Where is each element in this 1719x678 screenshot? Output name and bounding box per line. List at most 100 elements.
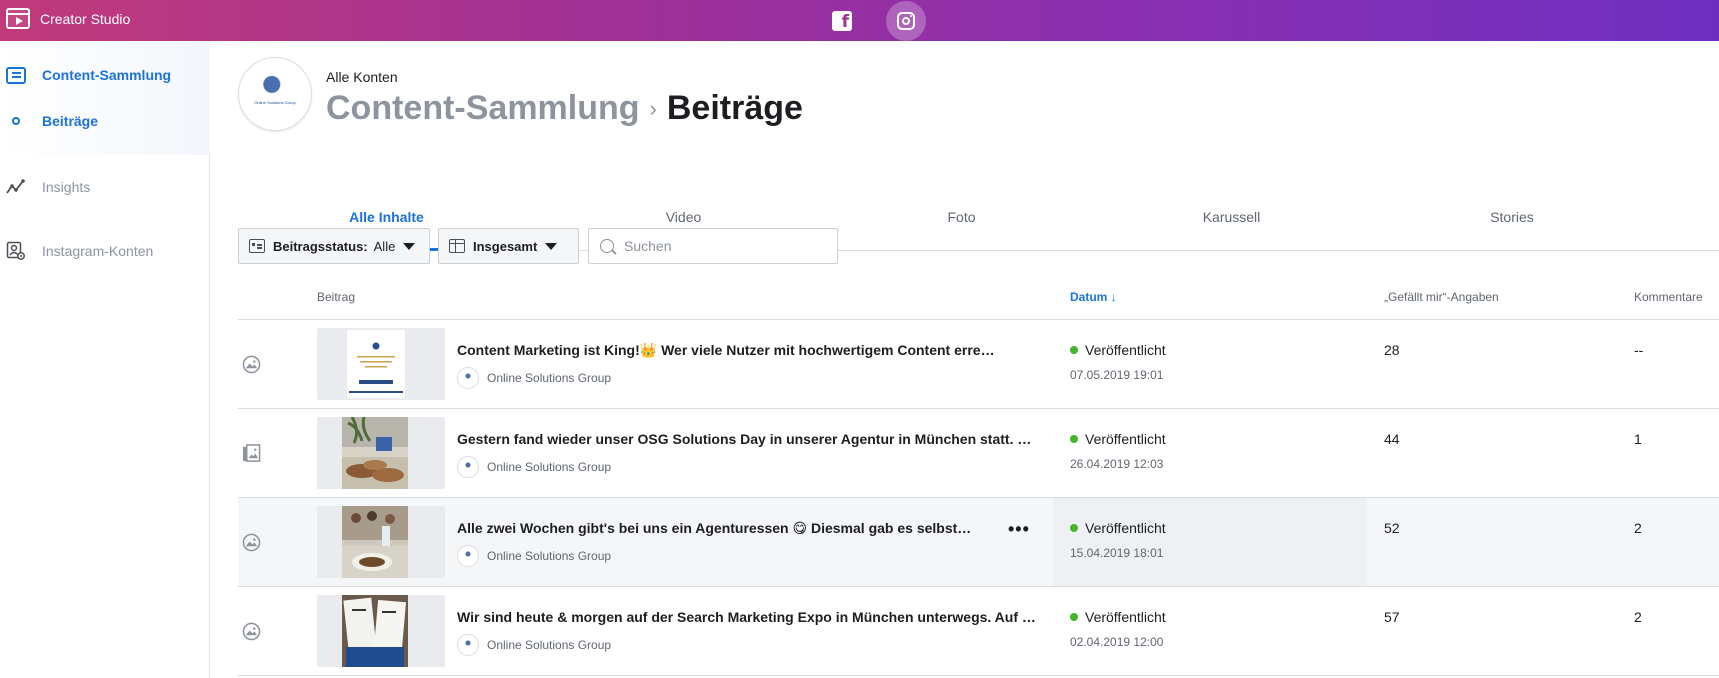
table-row[interactable]: Content Marketing ist King!👑 Wer viele N…	[238, 320, 1719, 409]
tab-photo[interactable]: Foto	[832, 209, 1091, 225]
photo-icon	[242, 533, 261, 552]
search-field[interactable]	[588, 228, 838, 264]
table-row[interactable]: Alle zwei Wochen gibt's bei uns ein Agen…	[238, 498, 1719, 587]
caret-down-icon	[403, 242, 416, 250]
total-filter-label: Insgesamt	[473, 238, 538, 254]
status-label: Veröffentlicht	[1085, 342, 1166, 358]
chevron-right-icon: ›	[649, 96, 657, 121]
comments-count: 1	[1634, 431, 1642, 447]
carousel-icon	[242, 444, 261, 462]
author-name: Online Solutions Group	[487, 460, 612, 474]
comments-count: 2	[1634, 609, 1642, 625]
post-title[interactable]: Gestern fand wieder unser OSG Solutions …	[457, 431, 1037, 447]
tab-carousel[interactable]: Karussell	[1091, 209, 1372, 225]
tab-stories[interactable]: Stories	[1372, 209, 1652, 225]
caret-down-icon	[545, 242, 558, 250]
creator-studio-icon	[6, 8, 30, 29]
column-header-date[interactable]: Datum ↓	[1070, 290, 1117, 304]
post-date: 07.05.2019 19:01	[1070, 368, 1164, 382]
insights-icon	[6, 177, 26, 197]
main-content: Online Solutions Group Alle Konten Conte…	[238, 41, 1719, 678]
total-filter[interactable]: Insgesamt	[438, 228, 579, 264]
status-list-icon	[249, 239, 265, 253]
post-thumbnail[interactable]	[317, 506, 445, 578]
post-thumbnail[interactable]	[317, 328, 445, 400]
status-badge: Veröffentlicht	[1070, 520, 1166, 536]
post-status-value: Alle	[373, 238, 396, 254]
search-icon	[600, 239, 614, 253]
status-label: Veröffentlicht	[1085, 520, 1166, 536]
column-header-post: Beitrag	[317, 290, 356, 304]
status-label: Veröffentlicht	[1085, 431, 1166, 447]
top-bar: Creator Studio f	[0, 0, 1719, 41]
column-header-likes[interactable]: „Gefällt mir“-Angaben	[1384, 290, 1499, 304]
account-logo: Online Solutions Group	[243, 62, 307, 126]
search-input[interactable]	[624, 238, 824, 254]
author-name: Online Solutions Group	[487, 371, 612, 385]
account-settings-icon	[6, 241, 26, 261]
post-author: Online Solutions Group	[457, 545, 611, 567]
thumbnail-image	[345, 328, 407, 400]
author-avatar	[457, 456, 479, 478]
facebook-platform-button[interactable]: f	[822, 0, 862, 41]
post-author: Online Solutions Group	[457, 367, 611, 389]
likes-count: 52	[1384, 520, 1400, 536]
status-dot-icon	[1070, 613, 1078, 621]
author-avatar	[457, 545, 479, 567]
sidebar-item-label: Content-Sammlung	[42, 67, 172, 83]
photo-icon	[242, 355, 261, 374]
post-status-filter[interactable]: Beitragsstatus: Alle	[238, 228, 430, 264]
sidebar-item-insights[interactable]: Insights	[0, 175, 210, 199]
sidebar-item-posts[interactable]: Beiträge	[0, 109, 210, 133]
instagram-platform-button[interactable]	[886, 0, 926, 41]
comments-count: 2	[1634, 520, 1642, 536]
author-avatar	[457, 634, 479, 656]
status-dot-icon	[1070, 346, 1078, 354]
more-options-icon[interactable]: •••	[1008, 519, 1030, 540]
status-label: Veröffentlicht	[1085, 609, 1166, 625]
dot-icon	[12, 117, 20, 125]
status-badge: Veröffentlicht	[1070, 342, 1166, 358]
post-thumbnail[interactable]	[317, 417, 445, 489]
column-header-comments[interactable]: Kommentare	[1634, 290, 1703, 304]
thumbnail-image	[342, 417, 408, 489]
tab-video[interactable]: Video	[535, 209, 832, 225]
status-dot-icon	[1070, 524, 1078, 532]
post-author: Online Solutions Group	[457, 456, 611, 478]
post-title[interactable]: Alle zwei Wochen gibt's bei uns ein Agen…	[457, 520, 977, 537]
photo-icon	[242, 622, 261, 641]
table-row[interactable]: Gestern fand wieder unser OSG Solutions …	[238, 409, 1719, 498]
sidebar-item-instagram-accounts[interactable]: Instagram-Konten	[0, 239, 210, 263]
post-thumbnail[interactable]	[317, 595, 445, 667]
app-title: Creator Studio	[40, 10, 131, 27]
breadcrumb-parent[interactable]: Content-Sammlung	[326, 89, 640, 128]
status-badge: Veröffentlicht	[1070, 609, 1166, 625]
sidebar-item-label: Insights	[42, 179, 91, 195]
hover-column-highlight	[1053, 498, 1367, 586]
brand[interactable]: Creator Studio	[6, 8, 130, 29]
collection-icon	[6, 66, 26, 84]
comments-count: --	[1634, 342, 1644, 358]
status-badge: Veröffentlicht	[1070, 431, 1166, 447]
instagram-icon	[897, 11, 915, 30]
sidebar-item-content-collection[interactable]: Content-Sammlung	[0, 63, 210, 87]
breadcrumb: Content-Sammlung › Beiträge	[326, 89, 803, 128]
post-title[interactable]: Content Marketing ist King!👑 Wer viele N…	[457, 342, 997, 359]
sidebar-item-label: Instagram-Konten	[42, 243, 154, 259]
avatar-logo-text: Online Solutions Group	[254, 100, 296, 105]
post-title[interactable]: Wir sind heute & morgen auf der Search M…	[457, 609, 1037, 625]
facebook-icon: f	[832, 10, 852, 32]
table-row[interactable]: Wir sind heute & morgen auf der Search M…	[238, 587, 1719, 676]
thumbnail-image	[342, 595, 408, 667]
post-date: 15.04.2019 18:01	[1070, 546, 1164, 560]
tab-all-content[interactable]: Alle Inhalte	[238, 209, 535, 225]
table-icon	[449, 239, 465, 253]
thumbnail-image	[342, 506, 408, 578]
sidebar: Content-Sammlung Beiträge Insights Insta…	[0, 41, 210, 678]
account-selector-label[interactable]: Alle Konten	[326, 69, 398, 85]
author-name: Online Solutions Group	[487, 638, 612, 652]
likes-count: 28	[1384, 342, 1400, 358]
likes-count: 44	[1384, 431, 1400, 447]
post-author: Online Solutions Group	[457, 634, 611, 656]
account-avatar[interactable]: Online Solutions Group	[238, 57, 312, 131]
